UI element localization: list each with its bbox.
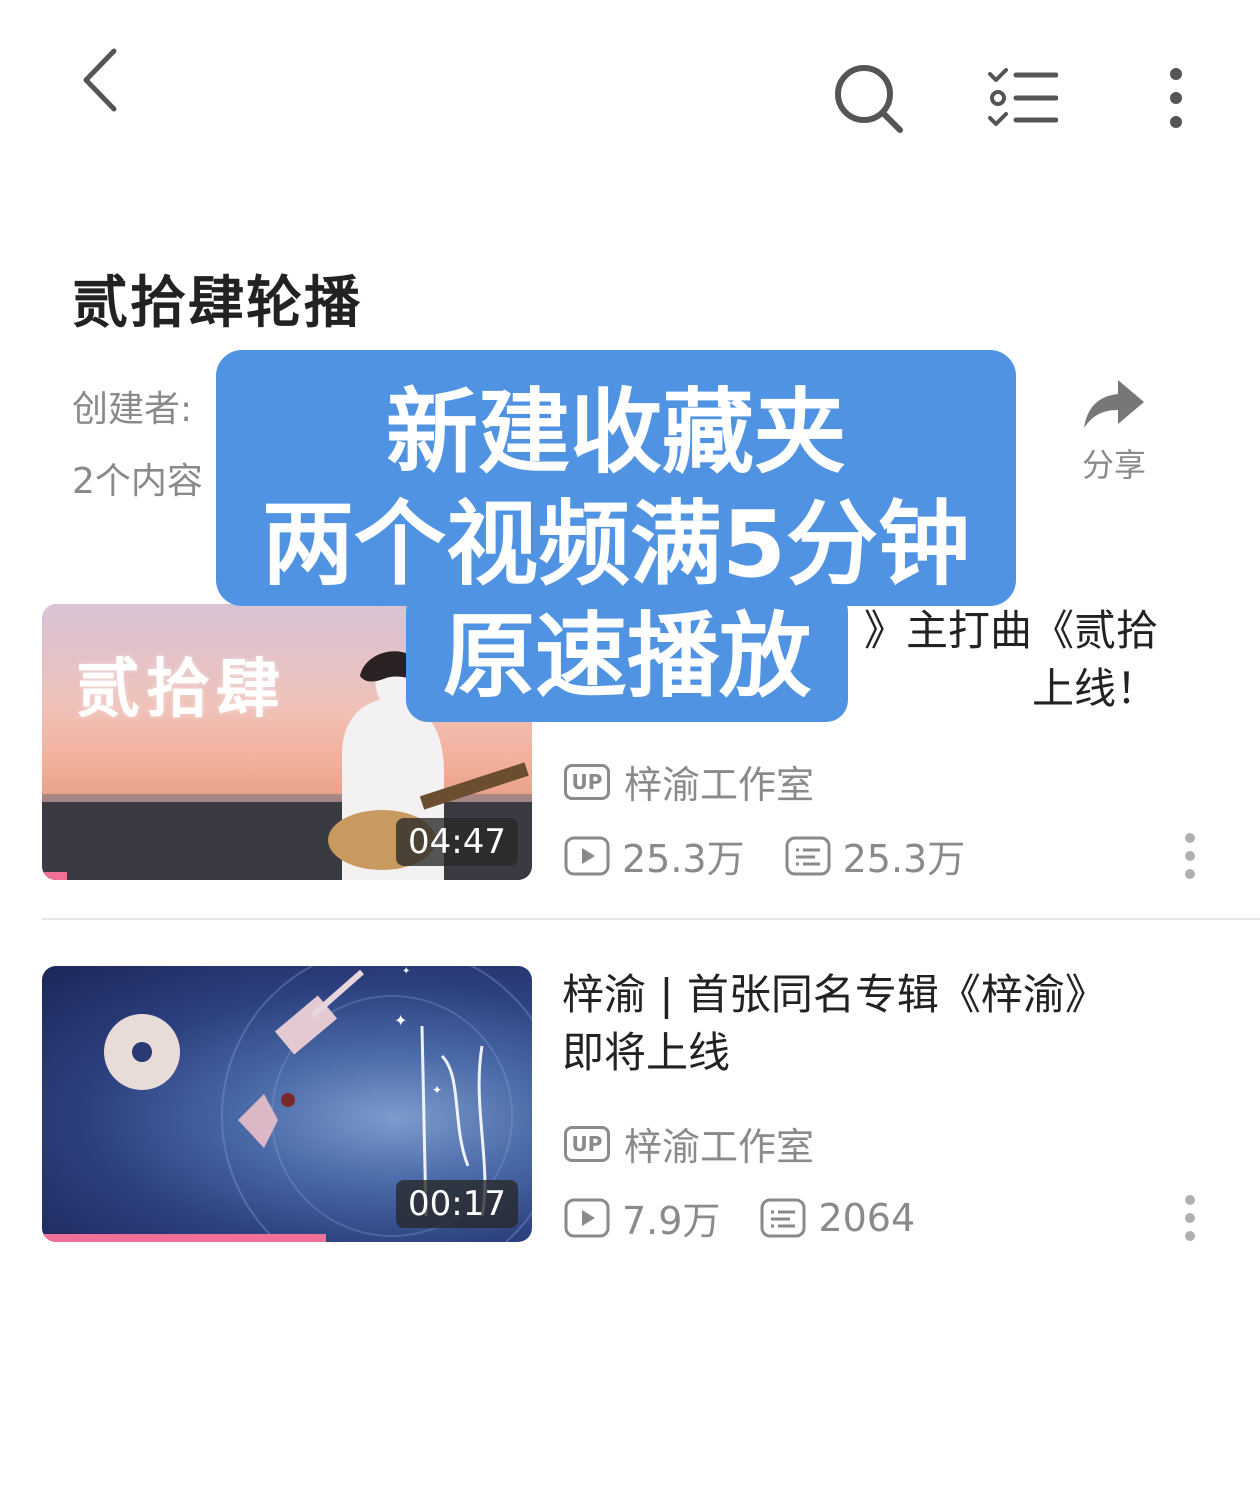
creator-label: 创建者: bbox=[72, 389, 193, 430]
svg-text:✦: ✦ bbox=[432, 1083, 442, 1097]
watch-progress bbox=[42, 872, 532, 880]
annotation-line-2: 两个视频满5分钟 bbox=[261, 491, 970, 598]
danmaku-count: 2064 bbox=[760, 1196, 915, 1240]
video-thumbnail[interactable]: ✦ ✦ ✦ 00:17 bbox=[42, 966, 532, 1242]
back-button[interactable] bbox=[60, 40, 140, 120]
video-stats: 25.3万 25.3万 bbox=[564, 828, 1005, 883]
watch-progress-fill bbox=[42, 1234, 327, 1242]
play-count-icon bbox=[564, 836, 610, 875]
watch-progress bbox=[42, 1234, 532, 1242]
play-count-text: 25.3万 bbox=[622, 837, 745, 881]
divider bbox=[42, 918, 1260, 920]
danmaku-icon bbox=[760, 1198, 806, 1237]
danmaku-count-text: 2064 bbox=[818, 1195, 916, 1240]
more-button[interactable] bbox=[1150, 56, 1202, 140]
share-arrow-icon bbox=[1084, 380, 1144, 428]
item-more-icon[interactable] bbox=[1176, 1192, 1204, 1248]
video-duration: 04:47 bbox=[396, 818, 518, 866]
uploader-name: 梓渝工作室 bbox=[624, 1125, 815, 1169]
top-bar bbox=[0, 0, 1260, 160]
uploader[interactable]: UP 梓渝工作室 bbox=[564, 1116, 814, 1171]
watch-progress-fill bbox=[42, 872, 67, 880]
danmaku-icon bbox=[785, 836, 831, 875]
video-title[interactable]: 梓渝 | 首张同名专辑《梓渝》 即将上线 bbox=[562, 966, 1202, 1082]
play-count: 7.9万 bbox=[564, 1190, 720, 1245]
annotation-line-1: 新建收藏夹 bbox=[385, 379, 846, 486]
folder-title: 贰拾肆轮播 bbox=[72, 271, 362, 336]
more-vertical-icon bbox=[1170, 68, 1182, 128]
svg-text:✦: ✦ bbox=[394, 1011, 407, 1030]
uploader[interactable]: UP 梓渝工作室 bbox=[564, 754, 814, 809]
up-badge-icon: UP bbox=[564, 763, 610, 800]
item-more-icon[interactable] bbox=[1176, 830, 1204, 886]
share-label: 分享 bbox=[1081, 446, 1146, 484]
play-count-icon bbox=[564, 1198, 610, 1237]
uploader-name: 梓渝工作室 bbox=[624, 763, 815, 807]
svg-text:✦: ✦ bbox=[402, 966, 410, 977]
video-duration: 00:17 bbox=[396, 1180, 518, 1228]
back-arrow-icon bbox=[83, 48, 117, 112]
batch-manage-button[interactable] bbox=[980, 56, 1064, 140]
danmaku-count: 25.3万 bbox=[785, 828, 966, 883]
danmaku-count-text: 25.3万 bbox=[842, 837, 966, 881]
thumbnail-title-art: 贰拾肆 bbox=[76, 652, 286, 727]
video-stats: 7.9万 2064 bbox=[564, 1190, 955, 1245]
search-icon bbox=[835, 65, 903, 133]
share-button[interactable]: 分享 bbox=[1066, 376, 1162, 506]
checklist-icon bbox=[988, 68, 1058, 126]
annotation-line-3: 原速播放 bbox=[442, 603, 811, 710]
video-item[interactable]: ✦ ✦ ✦ 00:17 梓渝 | 首张同名专辑《梓渝》 即将上线 UP 梓渝工作… bbox=[0, 962, 1260, 1262]
up-badge-icon: UP bbox=[564, 1125, 610, 1162]
search-button[interactable] bbox=[826, 56, 910, 140]
play-count-text: 7.9万 bbox=[622, 1199, 721, 1243]
play-count: 25.3万 bbox=[564, 828, 745, 883]
content-count: 2个内容 bbox=[72, 461, 203, 502]
